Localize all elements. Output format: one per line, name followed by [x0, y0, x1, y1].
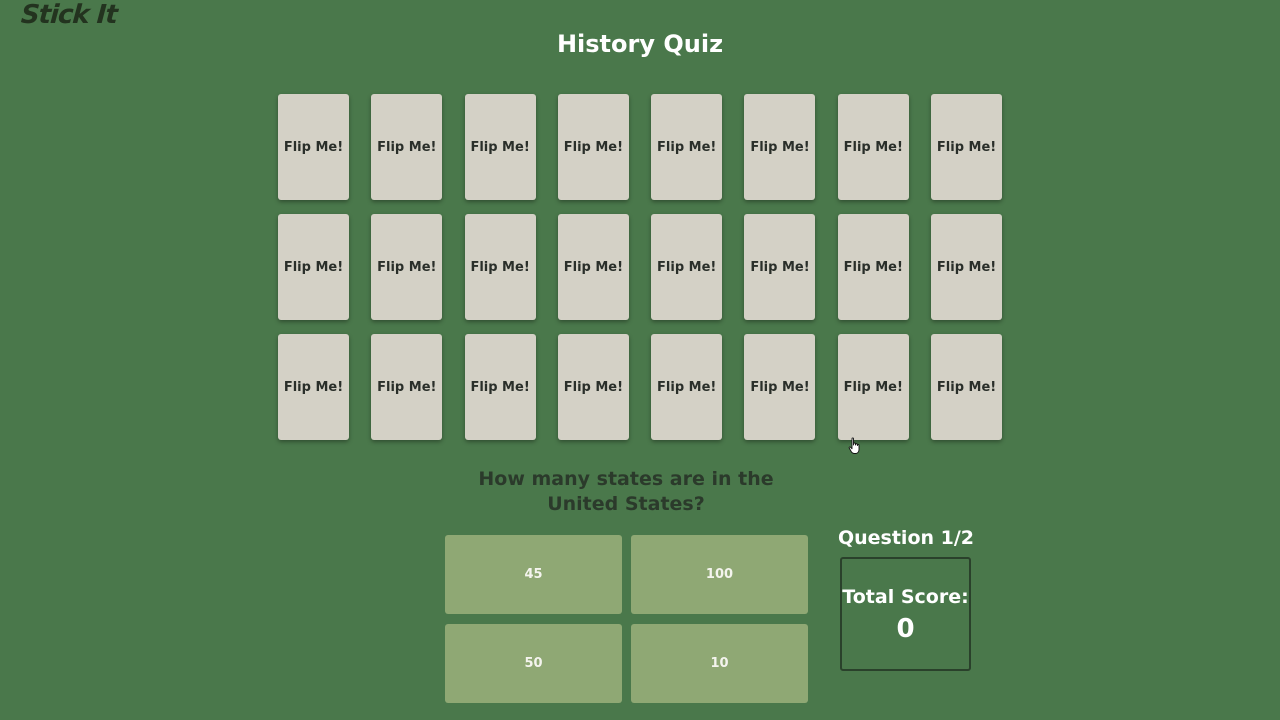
flip-card[interactable]: Flip Me!	[278, 94, 349, 200]
card-grid: Flip Me! Flip Me! Flip Me! Flip Me! Flip…	[278, 94, 1003, 440]
flip-card[interactable]: Flip Me!	[651, 214, 723, 320]
flip-card[interactable]: Flip Me!	[744, 214, 816, 320]
score-value: 0	[896, 614, 915, 644]
flip-card[interactable]: Flip Me!	[931, 214, 1003, 320]
flip-card[interactable]: Flip Me!	[931, 94, 1003, 200]
answer-button[interactable]: 100	[631, 535, 808, 614]
question-text: How many states are in the United States…	[478, 468, 774, 515]
flip-card[interactable]: Flip Me!	[837, 94, 909, 200]
flip-card[interactable]: Flip Me!	[371, 214, 443, 320]
flip-card[interactable]: Flip Me!	[744, 334, 816, 440]
flip-card[interactable]: Flip Me!	[464, 214, 536, 320]
flip-card[interactable]: Flip Me!	[557, 334, 629, 440]
answer-button[interactable]: 10	[631, 624, 808, 703]
flip-card[interactable]: Flip Me!	[651, 334, 723, 440]
flip-card[interactable]: Flip Me!	[278, 214, 349, 320]
page-title: History Quiz	[556, 30, 724, 58]
flip-card[interactable]: Flip Me!	[464, 334, 536, 440]
question-counter: Question 1/2	[837, 527, 975, 549]
hand-pointer-icon	[848, 437, 860, 454]
answer-options: 45 100 50 10	[445, 535, 808, 703]
flip-card[interactable]: Flip Me!	[931, 334, 1003, 440]
flip-card[interactable]: Flip Me!	[278, 334, 349, 440]
flip-card[interactable]: Flip Me!	[371, 334, 443, 440]
answer-button[interactable]: 50	[445, 624, 622, 703]
flip-card[interactable]: Flip Me!	[651, 94, 723, 200]
flip-card[interactable]: Flip Me!	[371, 94, 443, 200]
score-label: Total Score:	[842, 586, 969, 608]
flip-card[interactable]: Flip Me!	[744, 94, 816, 200]
app-logo: Stick It	[19, 0, 118, 30]
answer-button[interactable]: 45	[445, 535, 622, 614]
flip-card[interactable]: Flip Me!	[464, 94, 536, 200]
flip-card[interactable]: Flip Me!	[557, 94, 629, 200]
flip-card[interactable]: Flip Me!	[557, 214, 629, 320]
score-box: Total Score: 0	[840, 557, 971, 671]
flip-card[interactable]: Flip Me!	[837, 334, 909, 440]
flip-card[interactable]: Flip Me!	[837, 214, 909, 320]
